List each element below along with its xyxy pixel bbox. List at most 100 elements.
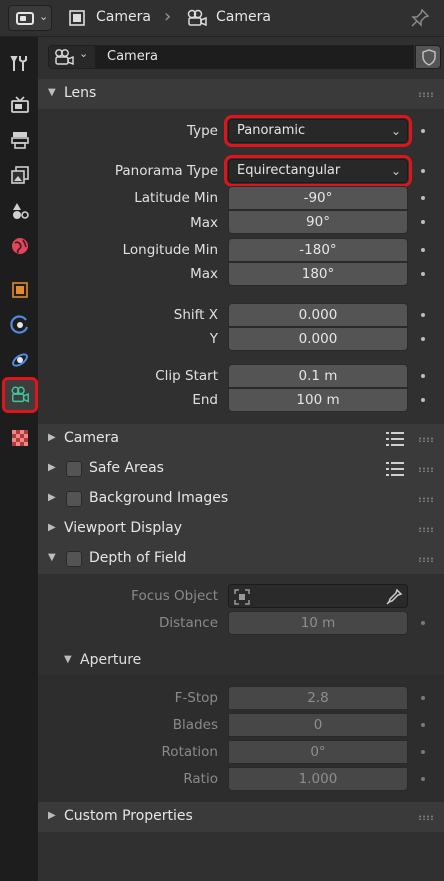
keyframe-dot-icon[interactable] xyxy=(421,196,425,200)
object-icon xyxy=(12,282,28,298)
focus-object-field[interactable] xyxy=(228,584,408,608)
properties-tab-bar xyxy=(0,37,38,881)
keyframe-dot-icon[interactable] xyxy=(421,220,425,224)
clip-start-label: Clip Start xyxy=(155,368,218,384)
properties-main: ⌄ Camera ▼ Lens Type Panoramic ⌄ Panoram… xyxy=(38,37,444,881)
camera-data-icon xyxy=(55,49,74,66)
tab-world[interactable] xyxy=(4,230,36,262)
tab-scene[interactable] xyxy=(4,195,36,227)
camera-data-icon xyxy=(187,9,207,27)
latitude-min-field[interactable]: -90° xyxy=(228,186,408,210)
ratio-field[interactable]: 1.000 xyxy=(228,767,408,791)
panel-header-background-images[interactable]: ▶ Background Images xyxy=(38,484,444,514)
tab-physics[interactable] xyxy=(4,344,36,376)
fstop-field[interactable]: 2.8 xyxy=(228,686,408,710)
tab-object[interactable] xyxy=(4,274,36,306)
tab-texture[interactable] xyxy=(4,422,36,454)
breadcrumb-object[interactable]: Camera xyxy=(96,9,151,25)
tab-tool[interactable] xyxy=(4,47,36,79)
eyedropper-icon[interactable] xyxy=(385,588,403,606)
drag-handle-icon[interactable] xyxy=(418,557,434,562)
longitude-min-field[interactable]: -180° xyxy=(228,238,408,262)
latitude-max-label: Max xyxy=(190,215,218,231)
panorama-type-value: Equirectangular xyxy=(237,163,341,178)
safe-areas-checkbox[interactable] xyxy=(66,461,82,477)
fake-user-button[interactable] xyxy=(415,45,441,69)
subpanel-title: Aperture xyxy=(80,652,142,668)
longitude-min-label: Longitude Min xyxy=(122,242,218,258)
ratio-label: Ratio xyxy=(183,771,218,787)
panel-header-safe-areas[interactable]: ▶ Safe Areas xyxy=(38,454,444,484)
panel-title: Viewport Display xyxy=(64,520,182,536)
panorama-type-dropdown[interactable]: Equirectangular ⌄ xyxy=(224,155,412,187)
expand-arrow-icon: ▶ xyxy=(48,462,56,473)
drag-handle-icon[interactable] xyxy=(418,437,434,442)
output-icon xyxy=(11,132,29,149)
subpanel-header-aperture[interactable]: ▼ Aperture xyxy=(38,647,444,675)
latitude-max-field[interactable]: 90° xyxy=(228,210,408,234)
panel-header-viewport-display[interactable]: ▶ Viewport Display xyxy=(38,514,444,544)
editor-type-button[interactable]: ⌄ xyxy=(8,5,52,31)
distance-field[interactable]: 10 m xyxy=(228,611,408,635)
clip-end-field[interactable]: 100 m xyxy=(228,388,408,412)
panel-header-camera[interactable]: ▶ Camera xyxy=(38,424,444,454)
rotation-field[interactable]: 0° xyxy=(228,740,408,764)
presets-list-icon[interactable] xyxy=(386,461,404,477)
shift-y-field[interactable]: 0.000 xyxy=(228,327,408,351)
keyframe-dot-icon[interactable] xyxy=(421,248,425,252)
depth-of-field-checkbox[interactable] xyxy=(66,551,82,567)
expand-arrow-icon: ▶ xyxy=(48,492,56,503)
keyframe-dot-icon[interactable] xyxy=(421,777,425,781)
keyframe-dot-icon[interactable] xyxy=(421,272,425,276)
scene-icon xyxy=(13,203,29,219)
breadcrumb-data[interactable]: Camera xyxy=(216,9,271,25)
keyframe-dot-icon[interactable] xyxy=(421,169,425,173)
tab-view-layer[interactable] xyxy=(4,159,36,191)
clip-start-field[interactable]: 0.1 m xyxy=(228,364,408,388)
datablock-browse-button[interactable]: ⌄ xyxy=(48,45,96,69)
keyframe-dot-icon[interactable] xyxy=(421,374,425,378)
tab-render[interactable] xyxy=(4,89,36,121)
shift-x-field[interactable]: 0.000 xyxy=(228,303,408,327)
keyframe-dot-icon[interactable] xyxy=(421,723,425,727)
tab-camera-data[interactable] xyxy=(2,377,38,413)
panel-header-custom-properties[interactable]: ▶ Custom Properties xyxy=(38,802,444,832)
keyframe-dot-icon[interactable] xyxy=(421,750,425,754)
panel-header-lens[interactable]: ▼ Lens xyxy=(38,79,444,109)
chevron-down-icon: ⌄ xyxy=(390,124,401,138)
camera-data-icon xyxy=(11,386,29,403)
expand-arrow-icon: ▶ xyxy=(48,522,56,533)
presets-list-icon[interactable] xyxy=(386,431,404,447)
datablock-name-field[interactable]: Camera xyxy=(96,45,414,69)
drag-handle-icon[interactable] xyxy=(418,92,434,97)
type-label: Type xyxy=(186,123,218,139)
drag-handle-icon[interactable] xyxy=(418,527,434,532)
blades-field[interactable]: 0 xyxy=(228,713,408,737)
latitude-min-label: Latitude Min xyxy=(134,190,218,206)
pin-icon[interactable] xyxy=(410,8,430,28)
type-dropdown[interactable]: Panoramic ⌄ xyxy=(224,115,412,147)
shift-y-label: Y xyxy=(209,331,218,347)
keyframe-dot-icon[interactable] xyxy=(421,337,425,341)
longitude-max-field[interactable]: 180° xyxy=(228,262,408,286)
collapse-arrow-icon: ▼ xyxy=(48,87,56,98)
tab-output[interactable] xyxy=(4,124,36,156)
panel-header-depth-of-field[interactable]: ▼ Depth of Field xyxy=(38,544,444,574)
object-icon xyxy=(69,10,85,26)
clip-end-label: End xyxy=(192,392,218,408)
keyframe-dot-icon[interactable] xyxy=(421,313,425,317)
panorama-type-label: Panorama Type xyxy=(114,163,218,179)
render-icon xyxy=(11,96,29,113)
keyframe-dot-icon[interactable] xyxy=(421,398,425,402)
distance-label: Distance xyxy=(158,615,218,631)
drag-handle-icon[interactable] xyxy=(418,497,434,502)
keyframe-dot-icon[interactable] xyxy=(421,129,425,133)
keyframe-dot-icon[interactable] xyxy=(421,696,425,700)
drag-handle-icon[interactable] xyxy=(418,467,434,472)
panel-title: Custom Properties xyxy=(64,808,193,824)
background-images-checkbox[interactable] xyxy=(66,491,82,507)
drag-handle-icon[interactable] xyxy=(418,815,434,820)
tab-constraints[interactable] xyxy=(4,309,36,341)
collapse-arrow-icon: ▼ xyxy=(64,654,72,665)
keyframe-dot-icon[interactable] xyxy=(421,621,425,625)
